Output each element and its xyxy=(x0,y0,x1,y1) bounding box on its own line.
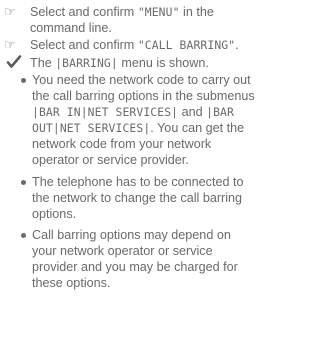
pointing-hand-icon: ☞ xyxy=(4,4,16,19)
note-1-code-3: OUT|NET SERVICES| xyxy=(32,121,151,135)
note-1-line-3: |BAR IN|NET SERVICES| and |BAR xyxy=(32,104,234,120)
note-2-line-1: The telephone has to be connected to xyxy=(32,175,244,189)
note-1-line-5: network code from your network xyxy=(32,137,212,151)
note-1-line-6: operator or service provider. xyxy=(32,153,189,167)
result-text-post: menu is shown. xyxy=(117,56,209,70)
result-text-pre: The xyxy=(30,56,56,70)
note-1-code-2: |BAR xyxy=(206,105,234,119)
step-1-text-pre: Select and confirm xyxy=(30,5,138,19)
step-1-line-2: command line. xyxy=(30,21,112,35)
step-2-text-pre: Select and confirm xyxy=(30,38,138,52)
note-3-line-1: Call barring options may depend on xyxy=(32,228,231,242)
note-1-text-and: and xyxy=(178,105,207,119)
step-1-line-1: Select and confirm "MENU" in the xyxy=(30,4,214,20)
note-1-line-1: You need the network code to carry out xyxy=(32,73,251,87)
note-1-text-get: . You can get the xyxy=(150,121,245,135)
note-3-line-4: these options. xyxy=(32,276,111,290)
step-2-code: "CALL BARRING" xyxy=(137,38,236,52)
pointing-hand-icon: ☞ xyxy=(4,37,16,52)
note-1-line-4: OUT|NET SERVICES|. You can get the xyxy=(32,120,244,136)
bullet xyxy=(21,78,26,83)
bullet xyxy=(21,233,26,238)
checkmark-icon xyxy=(6,55,22,68)
step-1-text-post: in the xyxy=(179,5,214,19)
note-2-line-2: the network to change the call barring xyxy=(32,191,243,205)
result-code: |BARRING| xyxy=(55,56,118,70)
note-1-code-1: |BAR IN|NET SERVICES| xyxy=(32,105,179,119)
manual-page: ☞ Select and confirm "MENU" in the comma… xyxy=(0,0,323,364)
bullet xyxy=(21,180,26,185)
note-2-line-3: options. xyxy=(32,207,77,221)
step-2-text-post: . xyxy=(235,38,239,52)
note-3-line-2: your network operator or service xyxy=(32,244,213,258)
step-2-line-1: Select and confirm "CALL BARRING". xyxy=(30,37,239,53)
note-3-line-3: provider and you may be charged for xyxy=(32,260,238,274)
note-1-line-2: the call barring options in the submenus xyxy=(32,89,255,103)
result-line: The |BARRING| menu is shown. xyxy=(30,55,209,71)
step-1-code: "MENU" xyxy=(137,5,180,19)
